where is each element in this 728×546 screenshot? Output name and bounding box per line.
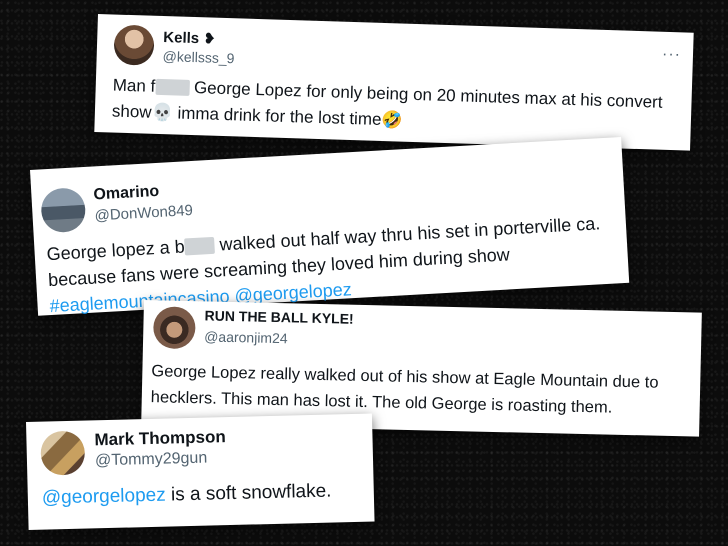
avatar-omarino[interactable] xyxy=(40,187,87,234)
display-name[interactable]: RUN THE BALL KYLE! xyxy=(204,307,353,326)
skull-emoji-icon: 💀 xyxy=(151,102,174,123)
display-name[interactable]: Mark Thompson xyxy=(94,427,226,450)
more-options-icon[interactable]: ··· xyxy=(662,46,682,65)
display-name[interactable]: Kells ❥ xyxy=(163,28,216,48)
user-handle[interactable]: @kellsss_9 xyxy=(162,48,234,66)
censor-blur xyxy=(155,78,190,96)
avatar-kells[interactable] xyxy=(113,24,155,66)
user-handle[interactable]: @aaronjim24 xyxy=(204,328,288,346)
tweet-card-kells[interactable]: Kells ❥ @kellsss_9 ··· Man f George Lope… xyxy=(94,14,694,151)
tweet-text: George lopez a b walked out half way thr… xyxy=(46,213,601,317)
user-handle[interactable]: @Tommy29gun xyxy=(95,450,208,471)
censor-blur xyxy=(184,236,216,256)
mention-link[interactable]: @georgelopez xyxy=(42,485,166,509)
tweet-card-markthompson[interactable]: Mark Thompson @Tommy29gun @georgelopez i… xyxy=(26,413,375,530)
tweet-text: George Lopez really walked out of his sh… xyxy=(150,362,659,417)
tweet-text: Man f George Lopez for only being on 20 … xyxy=(111,75,663,130)
heart-suffix-icon: ❥ xyxy=(203,30,217,48)
tweet-card-omarino[interactable]: Omarino @DonWon849 George lopez a b walk… xyxy=(30,136,630,317)
avatar-markthompson[interactable] xyxy=(40,430,86,476)
user-handle[interactable]: @DonWon849 xyxy=(94,202,193,224)
display-name[interactable]: Omarino xyxy=(93,183,160,205)
rofl-emoji-icon: 🤣 xyxy=(381,109,403,130)
tweet-text: @georgelopez is a soft snowflake. xyxy=(41,480,332,509)
avatar-runtheballkyle[interactable] xyxy=(152,306,196,350)
